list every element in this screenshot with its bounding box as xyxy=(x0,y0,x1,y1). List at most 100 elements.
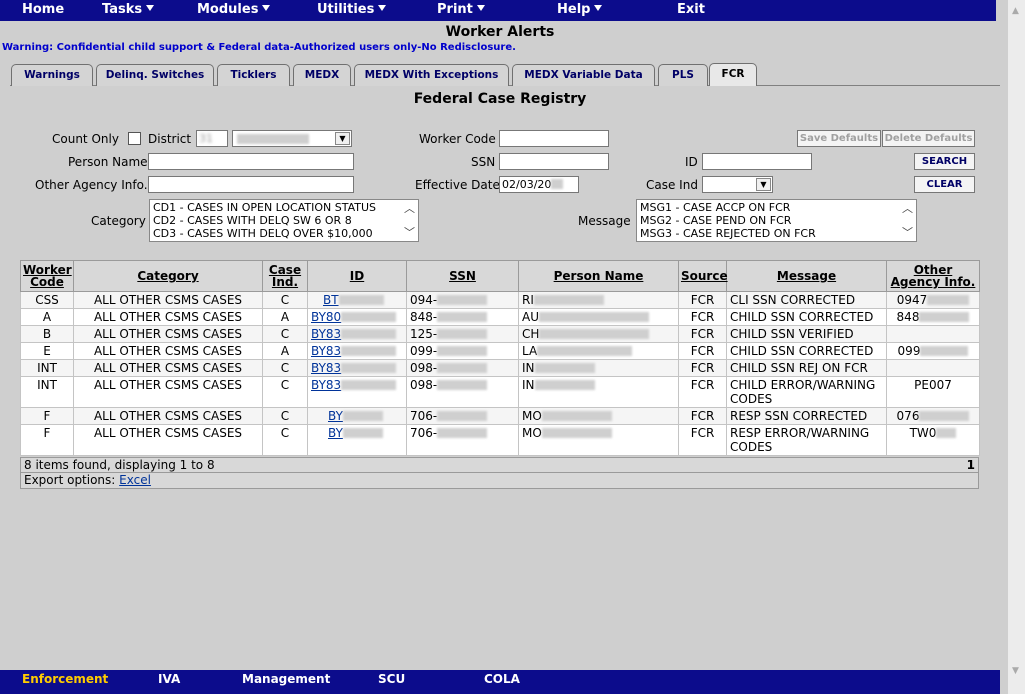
tab-warnings[interactable]: Warnings xyxy=(11,64,93,86)
case-id-link[interactable]: BY83 xyxy=(311,327,341,341)
cell-category: ALL OTHER CSMS CASES xyxy=(73,342,263,360)
table-row: INT ALL OTHER CSMS CASES C BY83 098- IN … xyxy=(20,376,980,408)
other-agency-prefix: 099 xyxy=(897,344,921,358)
cell-id: BT xyxy=(307,291,407,309)
person-name-input[interactable] xyxy=(148,153,354,170)
tab-pls[interactable]: PLS xyxy=(658,64,708,86)
bottom-nav-cola[interactable]: COLA xyxy=(484,672,520,686)
nav-help[interactable]: Help xyxy=(557,2,603,17)
bottom-nav-iva[interactable]: IVA xyxy=(158,672,180,686)
save-defaults-button[interactable]: Save Defaults xyxy=(797,130,881,147)
col-header-case-ind[interactable]: Case Ind. xyxy=(262,260,308,292)
cell-id: BY80 xyxy=(307,308,407,326)
export-options-label: Export options: xyxy=(24,473,116,487)
cell-message: CHILD SSN REJ ON FCR xyxy=(726,359,887,377)
cell-worker-code: E xyxy=(20,342,74,360)
category-listbox-scrollbar[interactable]: ︿ ﹀ xyxy=(401,201,417,240)
cell-message: RESP SSN CORRECTED xyxy=(726,407,887,425)
tab-medx[interactable]: MEDX xyxy=(293,64,351,86)
person-name-prefix: IN xyxy=(522,361,535,375)
scroll-up-icon[interactable]: ▲ xyxy=(1012,6,1019,16)
person-name-prefix: MO xyxy=(522,409,542,423)
col-header-source[interactable]: Source xyxy=(678,260,728,292)
effective-date-redacted xyxy=(551,179,564,189)
nav-home[interactable]: Home xyxy=(22,2,64,17)
nav-exit[interactable]: Exit xyxy=(677,2,705,17)
chevron-down-icon[interactable]: ﹀ xyxy=(404,226,415,239)
case-id-link[interactable]: BY80 xyxy=(311,310,341,324)
message-listbox[interactable]: MSG1 - CASE ACCP ON FCR MSG2 - CASE PEND… xyxy=(636,199,917,242)
worker-code-input[interactable] xyxy=(499,130,609,147)
category-option-cd3[interactable]: CD3 - CASES WITH DELQ OVER $10,000 xyxy=(153,227,415,240)
cell-ssn: 848- xyxy=(406,308,519,326)
nav-tasks-label: Tasks xyxy=(102,2,143,17)
nav-print-label: Print xyxy=(437,2,473,17)
scroll-down-icon[interactable]: ▼ xyxy=(1012,666,1019,676)
nav-print[interactable]: Print xyxy=(437,2,485,17)
tab-delinq-switches[interactable]: Delinq. Switches xyxy=(96,64,214,86)
person-name-prefix: LA xyxy=(522,344,538,358)
table-footer: 8 items found, displaying 1 to 8 1 xyxy=(20,457,979,473)
category-option-cd1[interactable]: CD1 - CASES IN OPEN LOCATION STATUS xyxy=(153,201,415,214)
case-id-link[interactable]: BT xyxy=(323,293,339,307)
tab-medx-with-exceptions[interactable]: MEDX With Exceptions xyxy=(354,64,509,86)
case-id-link[interactable]: BY83 xyxy=(311,361,341,375)
col-header-id[interactable]: ID xyxy=(307,260,407,292)
chevron-up-icon[interactable]: ︿ xyxy=(404,202,415,215)
search-button[interactable]: SEARCH xyxy=(914,153,975,170)
page-scrollbar[interactable]: ▲ ▼ xyxy=(1008,0,1025,694)
district-code-input[interactable]: 31 xyxy=(196,130,228,147)
case-id-link[interactable]: BY83 xyxy=(311,344,341,358)
cell-ssn: 706- xyxy=(406,424,519,456)
export-excel-link[interactable]: Excel xyxy=(119,473,151,487)
tab-ticklers[interactable]: Ticklers xyxy=(217,64,290,86)
case-id-link[interactable]: BY xyxy=(328,409,343,423)
district-select[interactable]: ▼ xyxy=(232,130,352,147)
nav-modules[interactable]: Modules xyxy=(197,2,271,17)
bottom-nav-scu[interactable]: SCU xyxy=(378,672,405,686)
category-label: Category xyxy=(91,214,146,228)
cell-source: FCR xyxy=(678,376,727,408)
chevron-up-icon[interactable]: ︿ xyxy=(902,202,913,215)
nav-tasks[interactable]: Tasks xyxy=(102,2,155,17)
cell-source: FCR xyxy=(678,291,727,309)
ssn-input[interactable] xyxy=(499,153,609,170)
chevron-down-icon[interactable]: ﹀ xyxy=(902,226,913,239)
tab-fcr[interactable]: FCR xyxy=(709,63,757,86)
table-row: F ALL OTHER CSMS CASES C BY 706- MO FCR … xyxy=(20,407,980,425)
message-option-msg3[interactable]: MSG3 - CASE REJECTED ON FCR xyxy=(640,227,913,240)
col-header-category[interactable]: Category xyxy=(73,260,263,292)
cell-worker-code: CSS xyxy=(20,291,74,309)
case-id-link[interactable]: BY xyxy=(328,426,343,440)
message-listbox-scrollbar[interactable]: ︿ ﹀ xyxy=(899,201,915,240)
tab-medx-variable-data[interactable]: MEDX Variable Data xyxy=(512,64,655,86)
effective-date-input[interactable]: 02/03/20 xyxy=(499,176,579,193)
clear-button[interactable]: CLEAR xyxy=(914,176,975,193)
nav-home-label: Home xyxy=(22,2,65,17)
col-header-message[interactable]: Message xyxy=(726,260,887,292)
col-header-person-name[interactable]: Person Name xyxy=(518,260,679,292)
category-listbox[interactable]: CD1 - CASES IN OPEN LOCATION STATUS CD2 … xyxy=(149,199,419,242)
other-agency-input[interactable] xyxy=(148,176,354,193)
page-number[interactable]: 1 xyxy=(967,458,975,472)
person-name-prefix: RI xyxy=(522,293,534,307)
case-id-link[interactable]: BY83 xyxy=(311,378,341,392)
bottom-nav-management[interactable]: Management xyxy=(242,672,330,686)
cell-ssn: 098- xyxy=(406,359,519,377)
col-header-other-agency[interactable]: Other Agency Info. xyxy=(886,260,980,292)
case-ind-select[interactable]: ▼ xyxy=(702,176,773,193)
bottom-nav-enforcement[interactable]: Enforcement xyxy=(22,672,108,686)
id-label: ID xyxy=(685,155,698,169)
id-input[interactable] xyxy=(702,153,812,170)
message-option-msg2[interactable]: MSG2 - CASE PEND ON FCR xyxy=(640,214,913,227)
message-option-msg1[interactable]: MSG1 - CASE ACCP ON FCR xyxy=(640,201,913,214)
col-header-ssn[interactable]: SSN xyxy=(406,260,519,292)
cell-ssn: 099- xyxy=(406,342,519,360)
delete-defaults-button[interactable]: Delete Defaults xyxy=(882,130,975,147)
col-header-worker-code[interactable]: Worker Code xyxy=(20,260,74,292)
cell-category: ALL OTHER CSMS CASES xyxy=(73,325,263,343)
nav-utilities[interactable]: Utilities xyxy=(317,2,387,17)
category-option-cd2[interactable]: CD2 - CASES WITH DELQ SW 6 OR 8 xyxy=(153,214,415,227)
caret-down-icon xyxy=(146,5,155,11)
count-only-checkbox[interactable] xyxy=(128,132,141,145)
